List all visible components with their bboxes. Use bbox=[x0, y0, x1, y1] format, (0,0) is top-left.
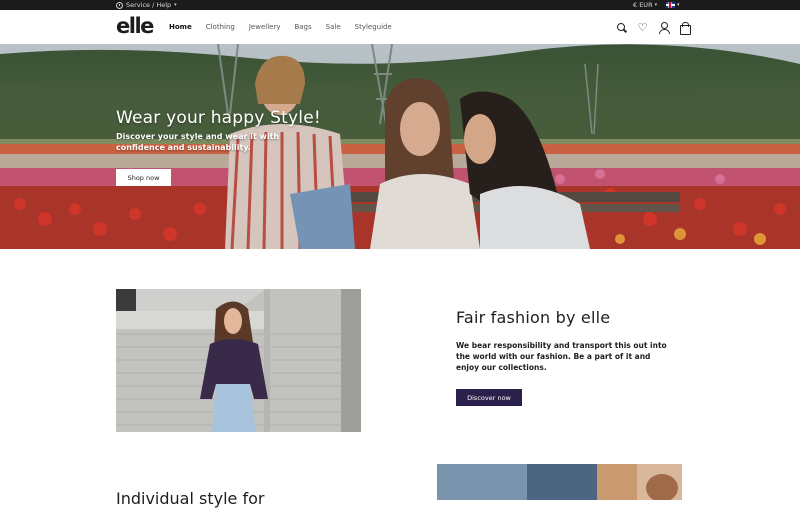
chevron-down-icon: ▾ bbox=[654, 2, 658, 8]
hero-subtitle: Discover your style and wear it with con… bbox=[116, 132, 280, 152]
chevron-down-icon: ▾ bbox=[677, 2, 680, 8]
clock-icon bbox=[116, 1, 123, 9]
top-utility-bar: Service / Help ▾ € EUR ▾ ▾ bbox=[0, 0, 800, 10]
uk-flag-icon bbox=[666, 2, 675, 8]
fair-fashion-photo bbox=[116, 289, 361, 432]
hero-banner: Wear your happy Style! Discover your sty… bbox=[0, 44, 800, 249]
fair-fashion-title: Fair fashion by elle bbox=[456, 308, 611, 327]
service-help-link[interactable]: Service / Help ▾ bbox=[116, 0, 177, 10]
currency-label: € EUR bbox=[633, 1, 653, 9]
nav-item-jewellery[interactable]: Jewellery bbox=[249, 23, 281, 31]
user-icon[interactable] bbox=[658, 21, 670, 34]
individual-style-photo bbox=[437, 464, 682, 500]
nav-item-home[interactable]: Home bbox=[169, 23, 192, 31]
chevron-down-icon: ▾ bbox=[174, 2, 177, 8]
brand-logo[interactable]: elle bbox=[116, 15, 154, 37]
nav-item-bags[interactable]: Bags bbox=[294, 23, 311, 31]
individual-style-image bbox=[437, 464, 682, 500]
main-header: elle Home Clothing Jewellery Bags Sale S… bbox=[0, 10, 800, 44]
service-help-label: Service / Help bbox=[126, 1, 172, 9]
language-selector[interactable]: ▾ bbox=[666, 0, 680, 10]
discover-now-button[interactable]: Discover now bbox=[456, 389, 522, 406]
shop-now-button[interactable]: Shop now bbox=[116, 169, 171, 186]
fair-fashion-image bbox=[116, 289, 361, 432]
header-actions: ♡ bbox=[616, 10, 691, 44]
hero-title: Wear your happy Style! bbox=[116, 108, 321, 128]
heart-icon[interactable]: ♡ bbox=[637, 22, 648, 33]
fair-fashion-text: We bear responsibility and transport thi… bbox=[456, 341, 667, 372]
cart-icon[interactable] bbox=[679, 21, 691, 35]
nav-item-clothing[interactable]: Clothing bbox=[206, 23, 235, 31]
nav-item-sale[interactable]: Sale bbox=[326, 23, 341, 31]
nav-item-styleguide[interactable]: Styleguide bbox=[355, 23, 392, 31]
individual-style-heading: Individual style for bbox=[116, 489, 265, 508]
search-icon[interactable] bbox=[616, 22, 627, 33]
currency-selector[interactable]: € EUR ▾ bbox=[633, 0, 657, 10]
main-navigation: Home Clothing Jewellery Bags Sale Styleg… bbox=[169, 10, 392, 44]
